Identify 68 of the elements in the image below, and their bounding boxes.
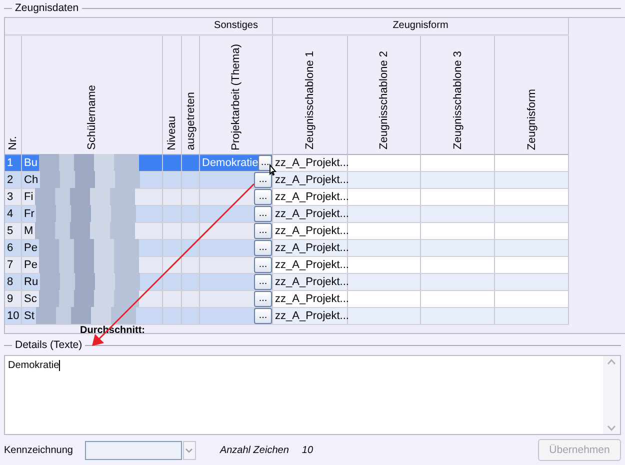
kennzeichnung-label: Kennzeichnung [4, 444, 73, 456]
table-cell: 5 [5, 222, 22, 239]
table-cell: 2 [5, 172, 22, 188]
table-cell: zz_A_Projekt... [273, 172, 348, 188]
table-cell: 7 [5, 256, 22, 273]
column-header[interactable]: Nr. [5, 36, 22, 155]
table-row[interactable]: 9 Sc ... zz_A_Projekt... [5, 290, 569, 308]
ellipsis-button[interactable]: ... [254, 206, 272, 222]
table-cell: zz_A_Projekt... [273, 274, 348, 290]
ellipsis-button[interactable]: ... [254, 240, 272, 256]
column-group-header: Sonstiges [200, 18, 273, 36]
table-row[interactable]: 1 Bu Demokratie ... zz_A_Projekt... [5, 154, 569, 172]
table-cell: 6 [5, 240, 22, 256]
table-cell: St [24, 310, 34, 322]
character-count-value: 10 [302, 444, 314, 456]
table-row[interactable]: 5 M ... zz_A_Projekt... [5, 222, 569, 240]
table-cell: zz_A_Projekt... [273, 240, 348, 256]
group-title: Details (Texte) [15, 339, 82, 351]
table-row[interactable]: 4 Fr ... zz_A_Projekt... [5, 206, 569, 223]
table-cell: zz_A_Projekt... [273, 222, 348, 239]
table-cell: zz_A_Projekt... [273, 188, 348, 205]
table-cell: Sc [24, 292, 37, 305]
table-cell: zz_A_Projekt... [273, 290, 348, 307]
ellipsis-button[interactable]: ... [254, 308, 272, 324]
column-group-header: Zeugnisform [273, 18, 569, 36]
table-cell: Ch [24, 174, 38, 186]
table-cell: Bu [24, 156, 38, 169]
table-cell: 4 [5, 206, 22, 222]
table-cell: zz_A_Projekt... [273, 308, 348, 324]
table-cell: zz_A_Projekt... [273, 256, 348, 273]
character-count-label: Anzahl Zeichen [220, 444, 289, 456]
ellipsis-button[interactable]: ... [254, 188, 272, 205]
column-header[interactable]: Niveau [163, 36, 182, 155]
ellipsis-button[interactable]: ... [254, 172, 272, 188]
table-cell: Ru [24, 276, 38, 288]
column-header[interactable]: ausgetreten [182, 36, 200, 155]
table-cell: zz_A_Projekt... [273, 206, 348, 222]
scrollbar[interactable] [603, 356, 620, 434]
ellipsis-button[interactable]: ... [254, 274, 272, 290]
table-row[interactable]: 8 Ru ... zz_A_Projekt... [5, 274, 569, 291]
table-row[interactable]: 10 St ... zz_A_Projekt... [5, 308, 569, 325]
kennzeichnung-field[interactable] [84, 440, 182, 460]
table-cell: Fi [24, 190, 34, 203]
table-row[interactable]: 6 Pe ... zz_A_Projekt... [5, 240, 569, 257]
details-text-area[interactable]: Demokratie [4, 355, 621, 436]
table-cell: M [24, 224, 34, 237]
ellipsis-button[interactable]: ... [254, 256, 272, 273]
table-cell: zz_A_Projekt... [273, 154, 348, 171]
table-cell: 8 [5, 274, 22, 290]
table-cell: 1 [5, 154, 22, 171]
table-row[interactable]: 7 Pe ... zz_A_Projekt... [5, 256, 569, 274]
mouse-cursor-icon [270, 164, 277, 176]
scroll-up-icon[interactable] [607, 359, 616, 366]
table-cell: Demokratie [202, 156, 258, 169]
chevron-down-icon [185, 448, 194, 453]
scroll-down-icon[interactable] [607, 425, 616, 432]
table-cell: Pe [24, 242, 38, 254]
table-cell: 9 [5, 290, 22, 307]
ellipsis-button[interactable]: ... [254, 222, 272, 239]
table-row[interactable]: 3 Fi ... zz_A_Projekt... [5, 188, 569, 206]
table-cell: 10 [5, 308, 22, 324]
table-cell: Fr [24, 208, 34, 220]
ellipsis-button[interactable]: ... [254, 290, 272, 307]
table-cell: 3 [5, 188, 22, 205]
table-cell: Pe [24, 258, 38, 271]
group-title: Zeugnisdaten [15, 2, 79, 14]
table-row[interactable]: 2 Ch ... zz_A_Projekt... [5, 172, 569, 189]
dropdown-button[interactable] [182, 440, 196, 460]
